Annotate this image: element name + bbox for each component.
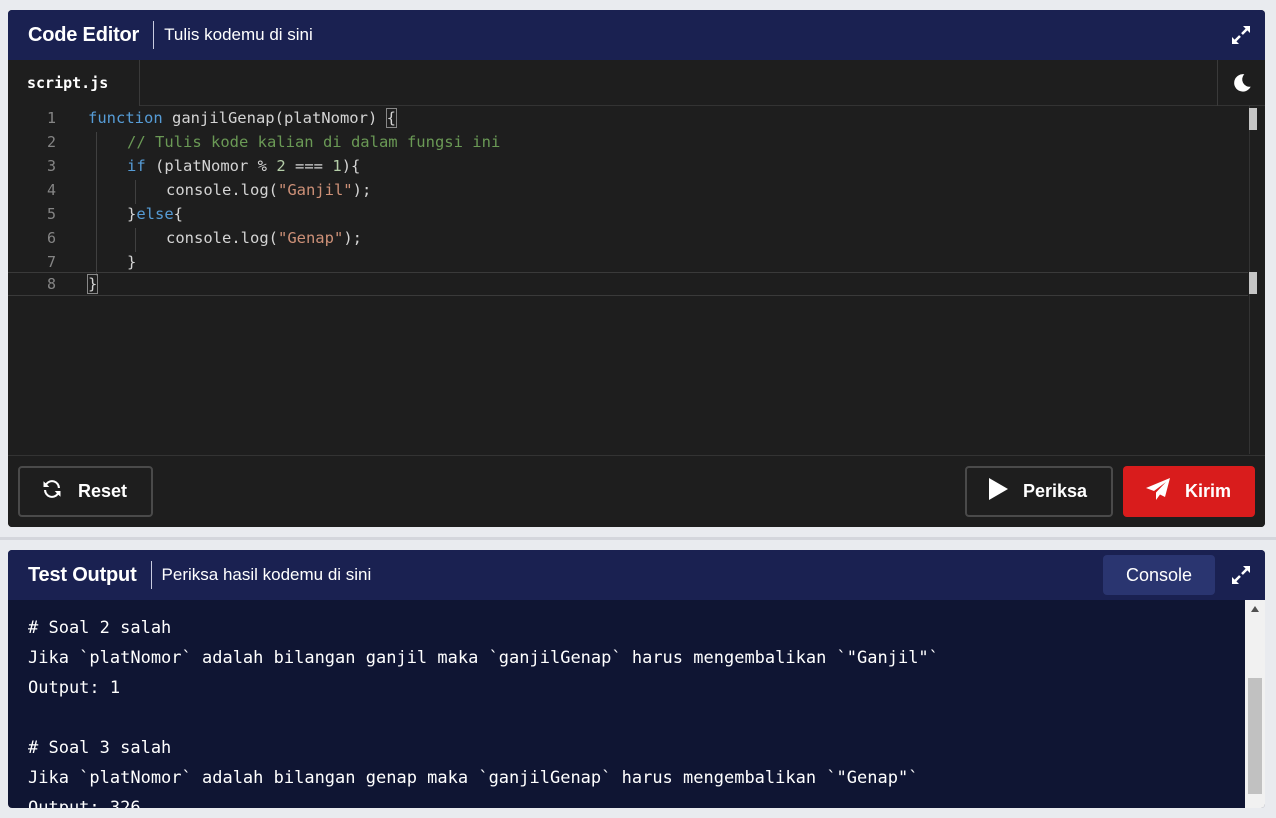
output-title: Test Output [28,563,137,586]
code-text: } [127,253,137,271]
output-line: # Soal 2 salah [28,618,172,638]
editor-subtitle: Tulis kodemu di sini [164,25,313,44]
code-text: console.log("Genap"); [166,229,362,247]
reset-button[interactable]: Reset [18,466,153,517]
moon-icon[interactable] [1217,60,1265,106]
editor-footer: Reset Periksa Kirim [8,455,1265,527]
scrollbar-marker [1249,272,1257,294]
scroll-up-icon[interactable] [1251,606,1259,612]
code-line: 6 console.log("Genap"); [8,226,1248,250]
line-number: 3 [46,157,56,175]
code-line: 2 // Tulis kode kalian di dalam fungsi i… [8,130,1248,154]
console-button[interactable]: Console [1103,555,1215,595]
output-subtitle: Periksa hasil kodemu di sini [161,565,372,584]
output-line: Jika `platNomor` adalah bilangan genap m… [28,768,919,788]
code-line-current: 8 } [8,272,1248,296]
scrollbar-thumb[interactable] [1248,678,1262,794]
code-line: 7 } [8,250,1248,274]
refresh-icon [40,477,64,506]
periksa-button[interactable]: Periksa [965,466,1113,517]
tab-script-js[interactable]: script.js [8,60,140,106]
code-line: 4 console.log("Ganjil"); [8,178,1248,202]
test-output-panel: Test Output Periksa hasil kodemu di sini… [8,550,1265,808]
code-text: } [86,274,99,294]
code-line: 1 function ganjilGenap(platNomor) { [8,106,1248,130]
kirim-label: Kirim [1185,481,1232,501]
expand-icon[interactable] [1229,23,1253,47]
expand-icon[interactable] [1229,563,1253,587]
line-number: 7 [46,253,56,271]
code-comment: // Tulis kode kalian di dalam fungsi ini [127,133,501,151]
panel-separator [0,537,1276,540]
line-number: 1 [46,109,56,127]
reset-label: Reset [78,481,128,501]
code-line: 5 }else{ [8,202,1248,226]
output-header: Test Output Periksa hasil kodemu di sini… [8,550,1265,600]
output-line: Output: 326 [28,798,141,808]
code-text: }else{ [127,205,184,223]
kirim-button[interactable]: Kirim [1123,466,1255,517]
output-line: # Soal 3 salah [28,738,172,758]
code-text: console.log("Ganjil"); [166,181,372,199]
line-number: 6 [46,229,56,247]
line-number: 4 [46,181,56,199]
editor-header: Code Editor Tulis kodemu di sini [8,10,1265,60]
line-number: 8 [46,275,56,293]
line-number: 5 [46,205,56,223]
output-console[interactable]: # Soal 2 salah Jika `platNomor` adalah b… [8,600,1265,808]
output-line: Output: 1 [28,678,121,698]
code-line: 3 if (platNomor % 2 === 1){ [8,154,1248,178]
code-text: if (platNomor % 2 === 1){ [127,157,361,175]
play-icon [987,477,1009,506]
line-number: 2 [46,133,56,151]
editor-tab-bar: script.js [8,60,1265,106]
send-icon [1145,477,1171,506]
code-editor-area[interactable]: 1 function ganjilGenap(platNomor) { 2 //… [8,106,1265,454]
editor-title: Code Editor [28,23,140,46]
output-line: Jika `platNomor` adalah bilangan ganjil … [28,648,939,668]
periksa-label: Periksa [1023,481,1088,501]
code-text: function ganjilGenap(platNomor) { [88,108,398,128]
output-scrollbar[interactable] [1245,600,1265,808]
code-editor-panel: Code Editor Tulis kodemu di sini script.… [8,10,1265,527]
scrollbar-marker [1249,108,1257,130]
